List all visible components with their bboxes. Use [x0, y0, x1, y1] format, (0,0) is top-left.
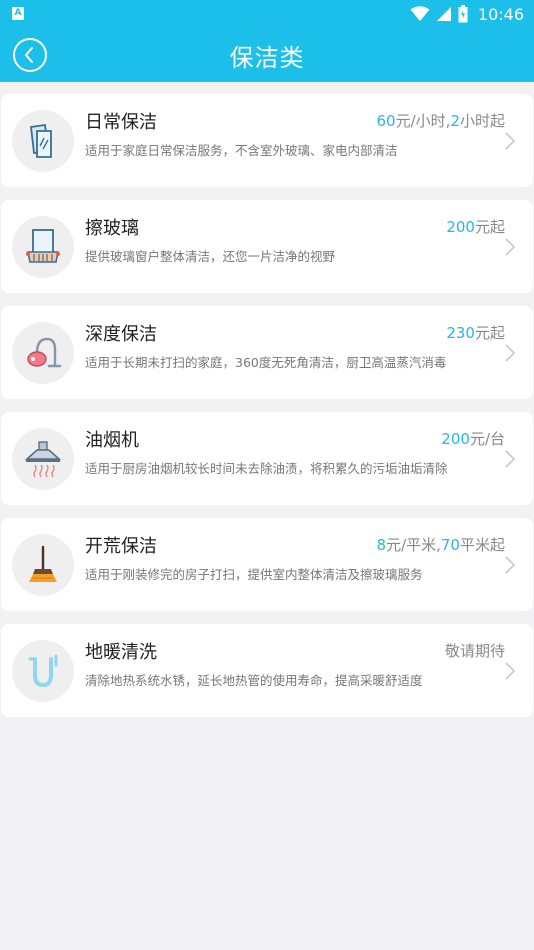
battery-icon	[458, 5, 468, 23]
price-value: 8	[376, 536, 387, 554]
chevron-right-icon	[505, 344, 515, 362]
price-unit: 元/小时,	[395, 112, 451, 130]
service-title: 日常保洁	[85, 112, 157, 133]
price-value: 200	[441, 430, 470, 448]
service-icon-container	[12, 534, 74, 596]
chevron-right-icon	[505, 662, 515, 680]
service-description: 适用于厨房油烟机较长时间未去除油渍，将积累久的污垢油垢清除	[85, 461, 448, 476]
wifi-icon	[410, 6, 430, 21]
price-unit: 元/平米,	[386, 536, 441, 554]
price-min-value: 70	[440, 536, 460, 554]
service-description: 适用于刚装修完的房子打扫，提供室内整体清洁及擦玻璃服务	[85, 567, 423, 582]
chevron-right-icon	[505, 132, 515, 150]
price-unit: 元起	[474, 324, 505, 342]
service-status: 敬请期待	[445, 640, 505, 661]
service-item-deep-cleaning[interactable]: 深度保洁 适用于长期未打扫的家庭，360度无死角清洁，厨卫高温蒸汽消毒 230元…	[1, 306, 533, 399]
service-price: 200元/台	[441, 428, 505, 449]
window-icon	[26, 229, 60, 263]
clock: 10:46	[477, 4, 524, 24]
service-icon-container	[12, 110, 74, 172]
price-min-unit: 平米起	[459, 536, 505, 554]
service-item-daily-cleaning[interactable]: 日常保洁 适用于家庭日常保洁服务，不含室外玻璃、家电内部清洁 60元/小时,2小…	[1, 94, 533, 187]
status-bar: A 10:46	[0, 0, 534, 28]
service-title: 油烟机	[85, 430, 139, 451]
service-icon-container	[12, 640, 74, 702]
service-item-post-renovation-cleaning[interactable]: 开荒保洁 适用于刚装修完的房子打扫，提供室内整体清洁及擦玻璃服务 8元/平米,7…	[1, 518, 533, 611]
service-description: 提供玻璃窗户整体清洁，还您一片洁净的视野	[85, 249, 336, 264]
coming-soon-label: 敬请期待	[444, 642, 505, 660]
service-item-window-cleaning[interactable]: 擦玻璃 提供玻璃窗户整体清洁，还您一片洁净的视野 200元起	[1, 200, 533, 293]
vacuum-cleaner-icon	[27, 337, 62, 368]
service-item-floor-heating-cleaning[interactable]: 地暖清洗 清除地热系统水锈，延长地热管的使用寿命，提高采暖舒适度 敬请期待	[1, 624, 533, 717]
service-title: 深度保洁	[85, 324, 157, 345]
app-notification-icon: A	[12, 7, 24, 20]
price-min-value: 2	[450, 112, 460, 130]
floor-heating-pipe-icon	[28, 654, 58, 688]
price-value: 60	[376, 112, 396, 130]
broom-icon	[29, 545, 57, 582]
service-price: 230元起	[446, 322, 505, 343]
service-title: 开荒保洁	[85, 536, 157, 557]
service-price: 8元/平米,70平米起	[377, 534, 505, 555]
service-description: 清除地热系统水锈，延长地热管的使用寿命，提高采暖舒适度	[85, 673, 423, 688]
chevron-right-icon	[505, 450, 515, 468]
service-icon-container	[12, 322, 74, 384]
page-title: 保洁类	[229, 44, 305, 72]
service-price: 60元/小时,2小时起	[377, 110, 505, 131]
service-icon-container	[12, 428, 74, 490]
chevron-right-icon	[505, 556, 515, 574]
cellular-signal-icon	[436, 7, 451, 21]
service-title: 擦玻璃	[85, 218, 139, 239]
status-indicators: 10:46	[410, 4, 524, 24]
price-min-unit: 小时起	[459, 112, 505, 130]
price-unit: 元/台	[469, 430, 505, 448]
price-unit: 元起	[474, 218, 505, 236]
service-description: 适用于长期未打扫的家庭，360度无死角清洁，厨卫高温蒸汽消毒	[85, 355, 447, 370]
service-item-range-hood[interactable]: 油烟机 适用于厨房油烟机较长时间未去除油渍，将积累久的污垢油垢清除 200元/台	[1, 412, 533, 505]
service-icon-container	[12, 216, 74, 278]
price-value: 230	[446, 324, 475, 342]
service-price: 200元起	[446, 216, 505, 237]
nav-bar: 保洁类	[0, 28, 534, 82]
service-title: 地暖清洗	[85, 642, 157, 663]
service-description: 适用于家庭日常保洁服务，不含室外玻璃、家电内部清洁	[85, 143, 398, 158]
chevron-right-icon	[505, 238, 515, 256]
price-value: 200	[446, 218, 475, 236]
range-hood-icon	[24, 441, 62, 478]
glass-cleaning-icon	[30, 123, 52, 158]
